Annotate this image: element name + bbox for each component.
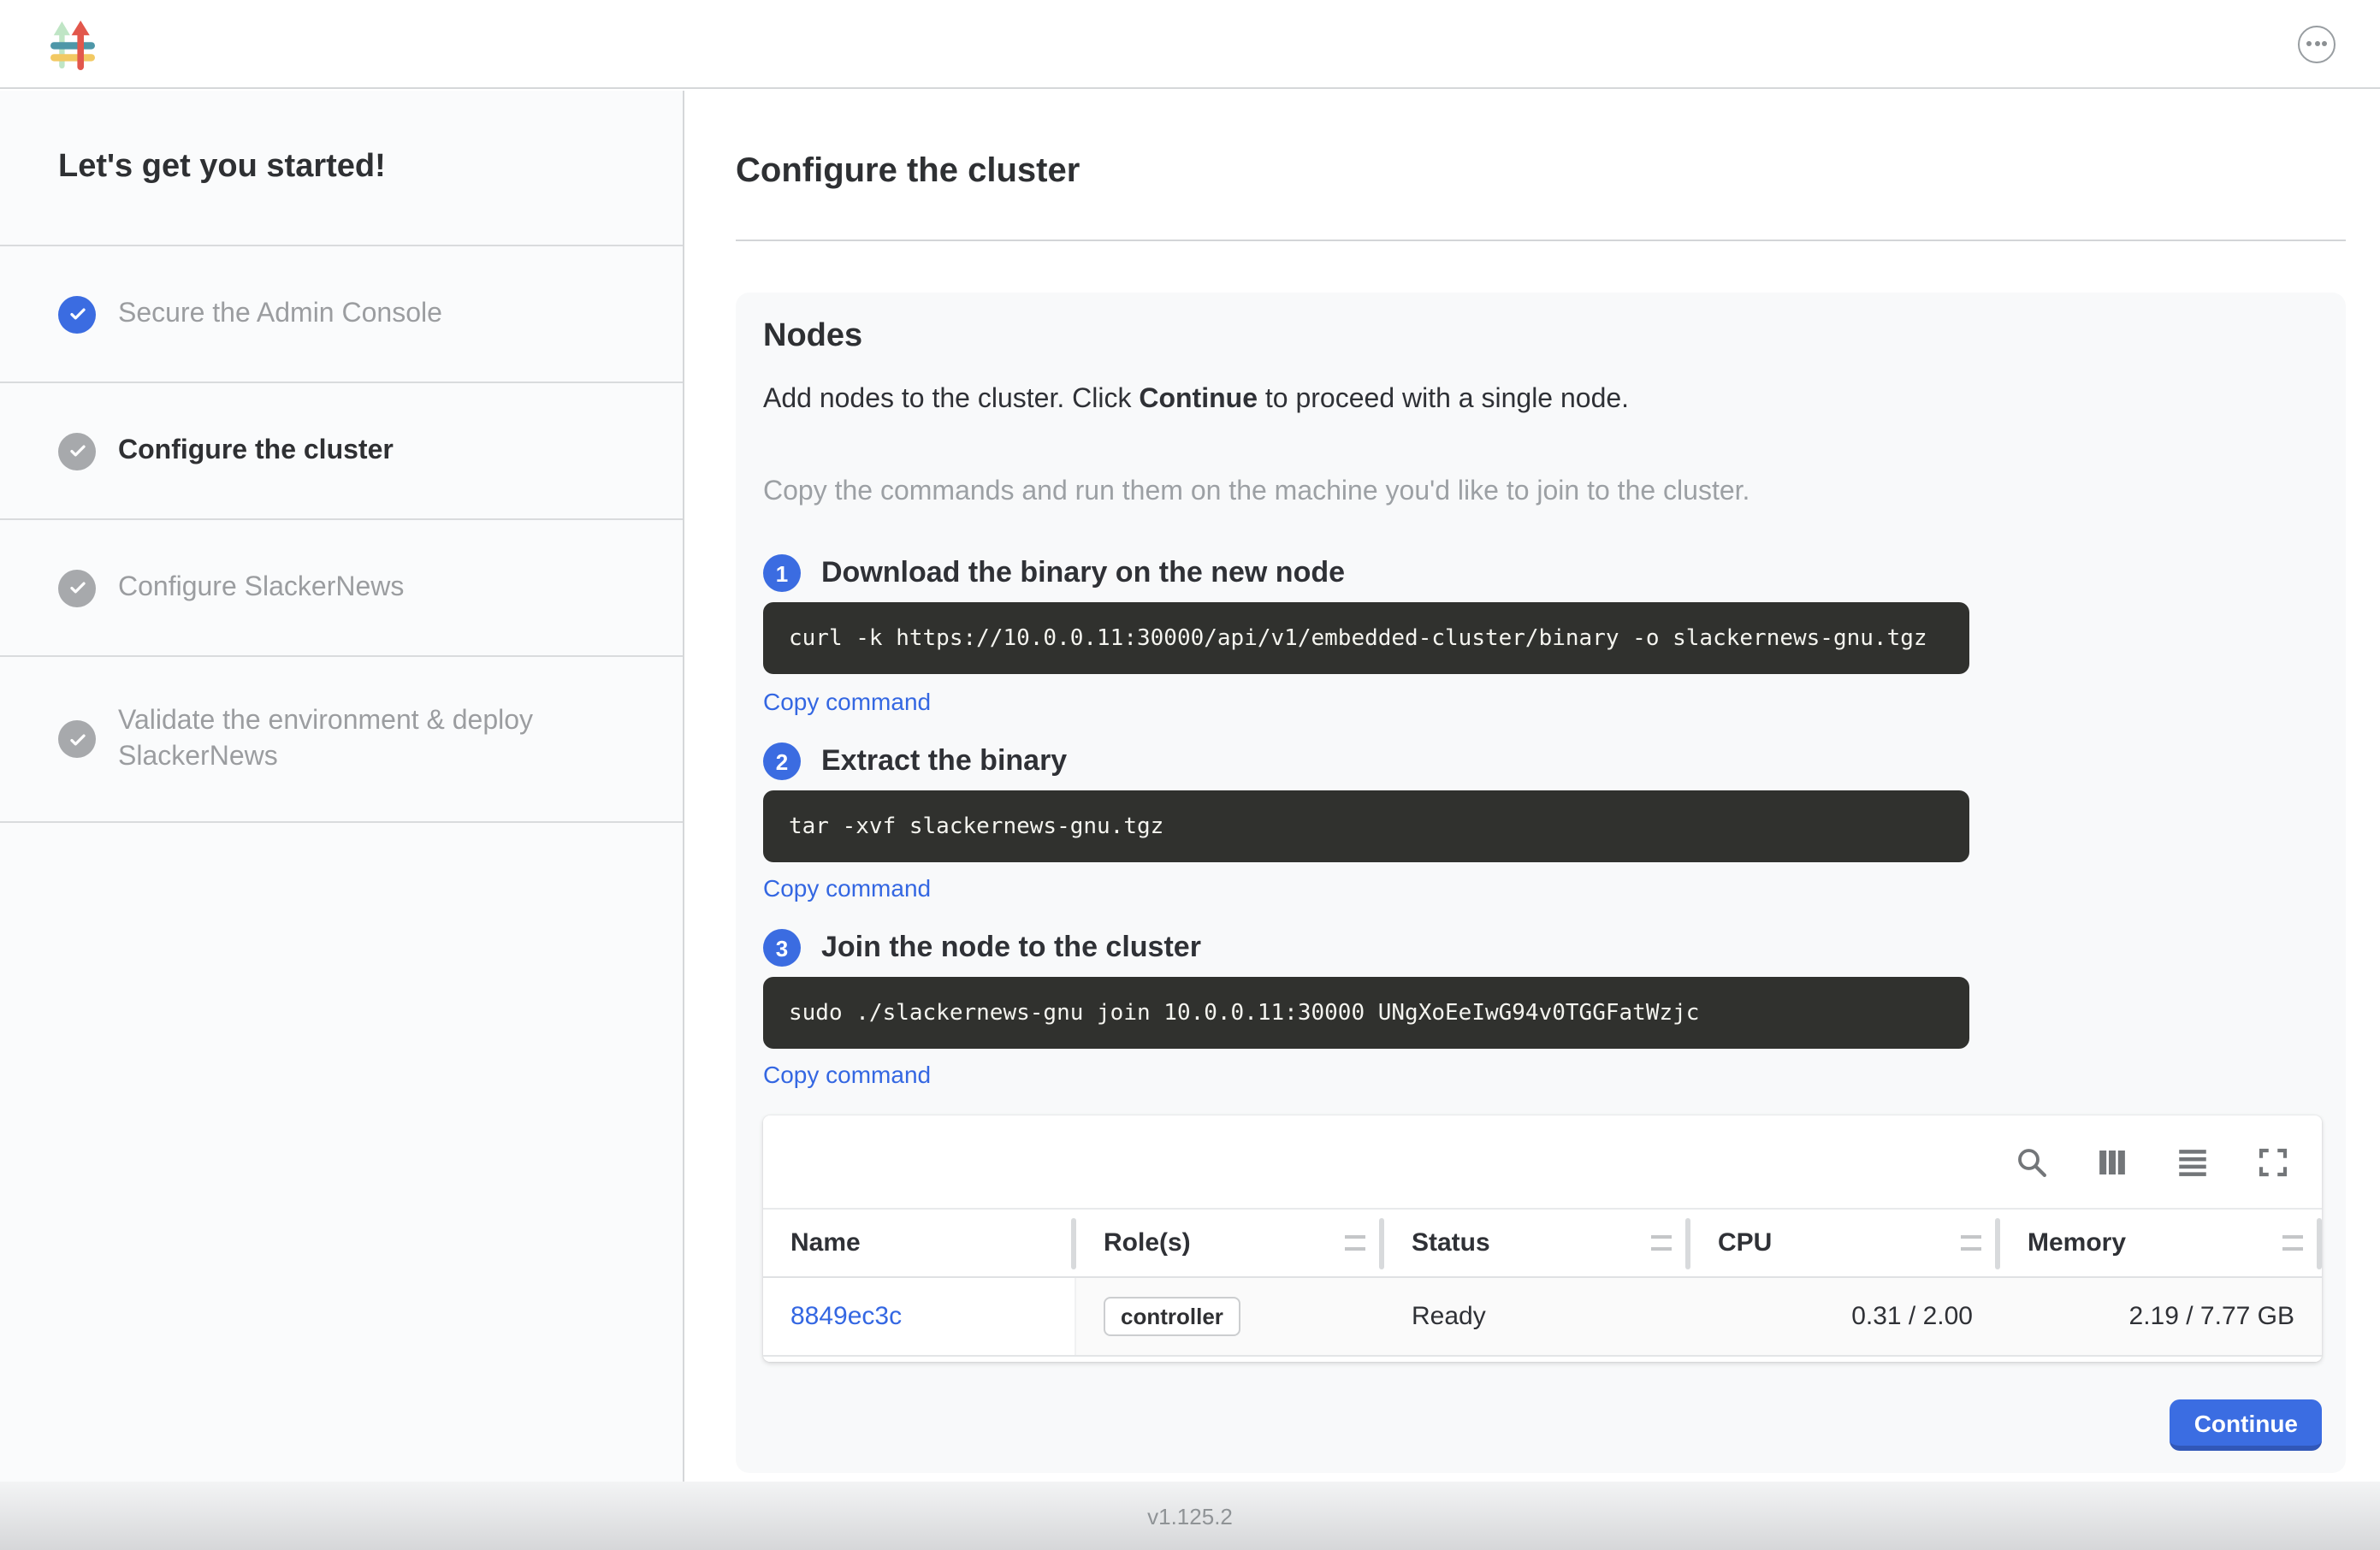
version-label: v1.125.2 xyxy=(1147,1503,1233,1529)
step-2-copy-command-link[interactable]: Copy command xyxy=(763,874,931,903)
step-3-title: Join the node to the cluster xyxy=(821,927,1201,968)
title-divider xyxy=(736,240,2346,241)
join-hint-text: Copy the commands and run them on the ma… xyxy=(763,474,2322,512)
step-1-badge: 1 xyxy=(763,554,801,592)
column-header-status[interactable]: Status xyxy=(1384,1210,1690,1276)
node-status-cell: Ready xyxy=(1384,1278,1690,1355)
step-3-header: 3 Join the node to the cluster xyxy=(763,927,2322,968)
step-1-copy-command-link[interactable]: Copy command xyxy=(763,688,931,719)
step-1-title: Download the binary on the new node xyxy=(821,553,1345,594)
sidebar-item-configure-cluster[interactable]: Configure the cluster xyxy=(0,383,683,520)
view-columns-icon[interactable] xyxy=(2094,1144,2130,1180)
nodes-heading: Nodes xyxy=(763,317,2322,358)
role-chip: controller xyxy=(1104,1297,1240,1336)
node-memory-cell: 2.19 / 7.77 GB xyxy=(2000,1278,2322,1355)
column-drag-icon[interactable] xyxy=(1961,1235,1981,1251)
check-circle-icon xyxy=(58,432,96,470)
column-drag-icon[interactable] xyxy=(1651,1235,1672,1251)
search-icon[interactable] xyxy=(2014,1144,2050,1180)
step-2-title: Extract the binary xyxy=(821,741,1067,782)
app-footer: v1.125.2 xyxy=(0,1482,2380,1550)
column-header-memory[interactable]: Memory xyxy=(2000,1210,2322,1276)
step-3-copy-command-link[interactable]: Copy command xyxy=(763,1061,931,1090)
step-1-header: 1 Download the binary on the new node xyxy=(763,553,2322,594)
node-name-cell: 8849ec3c xyxy=(763,1278,1076,1355)
continue-button[interactable]: Continue xyxy=(2170,1399,2322,1451)
node-roles-cell: controller xyxy=(1076,1278,1384,1355)
table-bottom-spacer xyxy=(763,1357,2322,1362)
sidebar-item-label: Configure the cluster xyxy=(118,433,394,469)
step-3-command-box: sudo ./slackernews-gnu join 10.0.0.11:30… xyxy=(763,977,1969,1049)
sidebar-item-validate-deploy[interactable]: Validate the environment & deploy Slacke… xyxy=(0,657,683,823)
sidebar-item-label: Secure the Admin Console xyxy=(118,296,442,332)
column-header-roles[interactable]: Role(s) xyxy=(1076,1210,1384,1276)
sidebar-item-label: Validate the environment & deploy Slacke… xyxy=(118,703,631,775)
step-2-badge: 2 xyxy=(763,742,801,780)
nodes-panel: Nodes Add nodes to the cluster. Click Co… xyxy=(736,293,2346,1473)
step-2-command: tar -xvf slackernews-gnu.tgz xyxy=(789,813,1163,839)
fullscreen-icon[interactable] xyxy=(2255,1144,2291,1180)
node-name-link[interactable]: 8849ec3c xyxy=(790,1302,902,1331)
top-nav-bar xyxy=(0,0,2380,89)
step-2-header: 2 Extract the binary xyxy=(763,741,2322,782)
table-header-row: Name Role(s) Status CPU xyxy=(763,1208,2322,1278)
step-2-command-box: tar -xvf slackernews-gnu.tgz xyxy=(763,790,1969,862)
check-circle-icon xyxy=(58,720,96,758)
check-circle-icon xyxy=(58,569,96,606)
column-header-name[interactable]: Name xyxy=(763,1210,1076,1276)
page-title: Configure the cluster xyxy=(736,151,2346,192)
node-cpu-cell: 0.31 / 2.00 xyxy=(1690,1278,2000,1355)
slackernews-logo-icon xyxy=(50,20,98,71)
column-header-cpu[interactable]: CPU xyxy=(1690,1210,2000,1276)
sidebar-item-configure-slackernews[interactable]: Configure SlackerNews xyxy=(0,520,683,657)
step-3-command: sudo ./slackernews-gnu join 10.0.0.11:30… xyxy=(789,1000,1699,1026)
column-drag-icon[interactable] xyxy=(2282,1235,2303,1251)
column-resize-handle[interactable] xyxy=(2317,1217,2322,1269)
sidebar-item-label: Configure SlackerNews xyxy=(118,570,404,606)
step-3-badge: 3 xyxy=(763,929,801,967)
density-rows-icon[interactable] xyxy=(2175,1144,2211,1180)
step-1-command-box: curl -k https://10.0.0.11:30000/api/v1/e… xyxy=(763,602,1969,674)
step-1-command: curl -k https://10.0.0.11:30000/api/v1/e… xyxy=(789,625,1927,651)
sidebar-title: Let's get you started! xyxy=(0,91,683,246)
table-row: 8849ec3c controller Ready 0.31 / 2.00 2.… xyxy=(763,1278,2322,1357)
panel-actions: Continue xyxy=(763,1399,2322,1451)
column-drag-icon[interactable] xyxy=(1345,1235,1365,1251)
overflow-menu-button[interactable] xyxy=(2298,25,2336,62)
setup-steps-sidebar: Let's get you started! Secure the Admin … xyxy=(0,91,684,1482)
check-circle-icon xyxy=(58,295,96,333)
table-toolbar xyxy=(763,1115,2322,1208)
ellipsis-icon xyxy=(2306,41,2312,46)
nodes-table-card: Name Role(s) Status CPU xyxy=(763,1115,2322,1362)
nodes-intro-text: Add nodes to the cluster. Click Continue… xyxy=(763,382,2322,419)
sidebar-item-secure-admin-console[interactable]: Secure the Admin Console xyxy=(0,246,683,383)
main-content: Configure the cluster Nodes Add nodes to… xyxy=(684,91,2380,1482)
admin-console-page: Let's get you started! Secure the Admin … xyxy=(0,0,2380,1550)
